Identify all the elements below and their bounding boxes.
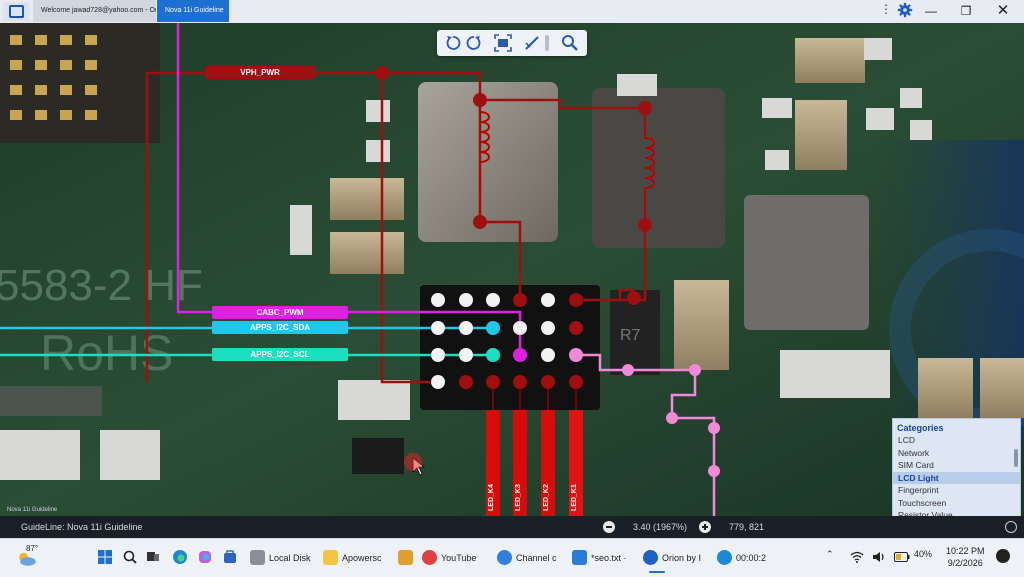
taskbar-app-notepad[interactable]: *seo.txt ·	[572, 543, 638, 573]
drive-icon	[250, 550, 265, 565]
taskbar-app-recorder[interactable]: 00:00:2	[717, 543, 787, 573]
volume-icon[interactable]	[872, 551, 886, 563]
minimize-button[interactable]: —	[914, 0, 948, 22]
taskbar-app-local-disk[interactable]: Local Disk	[250, 543, 318, 573]
taskbar-app-label: Apowersc	[342, 553, 382, 563]
weather-temperature: 87°	[26, 544, 39, 553]
categories-title: Categories	[897, 423, 944, 433]
view-toolbar	[437, 30, 587, 56]
zoom-in-icon[interactable]	[699, 521, 711, 533]
taskbar-app-label: YouTube	[441, 553, 477, 563]
taskbar-app-label: Local Disk	[269, 553, 311, 563]
led-pin-label-k2: LED_K2	[543, 484, 550, 511]
svg-text:R7: R7	[620, 327, 641, 344]
taskbar-app-label: 00:00:2	[736, 553, 767, 563]
start-icon[interactable]	[97, 549, 113, 565]
led-pin-label-k1: LED_K1	[571, 484, 578, 511]
chrome-icon	[422, 550, 437, 565]
cursor-coordinates: 779, 821	[729, 522, 765, 532]
edge-icon[interactable]	[172, 549, 188, 565]
gear-icon[interactable]	[896, 0, 914, 20]
taskbar-app-youtube[interactable]: YouTube	[422, 543, 492, 573]
taskbar-app-apowersoft[interactable]: Apowersc	[323, 543, 393, 573]
zoom-level: 3.40 (1967%)	[633, 522, 688, 532]
taskbar-app-media[interactable]	[398, 543, 418, 573]
maximize-button[interactable]: ❐	[949, 0, 983, 22]
led-pin-label-k3: LED_K3	[515, 484, 522, 511]
status-bar: GuideLine: Nova 11i Guideline 3.40 (1967…	[0, 516, 1024, 538]
clock-date: 9/2/2026	[947, 558, 983, 568]
rotate-right-icon[interactable]	[464, 33, 484, 53]
guideline-label: GuideLine: Nova 11i Guideline	[21, 522, 143, 532]
silkscreen-rohs: RoHS	[40, 325, 173, 381]
clock[interactable]: 10:22 PM 9/2/2026	[946, 545, 985, 569]
chrome-icon	[497, 550, 512, 565]
app-menu-button[interactable]: ⌄	[3, 2, 29, 21]
measure-icon[interactable]	[523, 33, 543, 53]
toolbar-divider	[545, 35, 549, 51]
wifi-icon[interactable]	[850, 551, 864, 563]
rotate-left-icon[interactable]	[443, 33, 463, 53]
media-icon	[398, 550, 413, 565]
category-item-lcd[interactable]: LCD	[893, 434, 1020, 447]
tray-chevron-up-icon[interactable]: ⌃	[826, 549, 834, 560]
category-item-sim-card[interactable]: SIM Card	[893, 459, 1020, 472]
store-icon[interactable]	[222, 549, 238, 565]
orion-icon	[643, 550, 658, 565]
taskbar-app-orion[interactable]: Orion by I	[643, 543, 713, 573]
tab-welcome[interactable]: Welcome jawad728@yahoo.com - Orion	[33, 0, 156, 22]
net-label-vph-pwr[interactable]: VPH_PWR	[205, 66, 315, 79]
category-item-network[interactable]: Network	[893, 447, 1020, 460]
categories-scrollbar[interactable]	[1014, 449, 1018, 467]
net-label-apps-i2c-scl[interactable]: APPS_I2C_SCL	[212, 348, 348, 361]
clock-time: 10:22 PM	[946, 546, 985, 556]
taskbar-app-label: Orion by I	[662, 553, 702, 563]
notification-icon[interactable]	[996, 549, 1010, 563]
tab-nova-guideline[interactable]: Nova 11i Guideline	[157, 0, 229, 22]
net-label-apps-i2c-sda[interactable]: APPS_I2C_SDA	[212, 321, 348, 334]
battery-icon[interactable]	[894, 552, 910, 562]
title-bar: ⌄ Welcome jawad728@yahoo.com - Orion Nov…	[0, 0, 1024, 23]
battery-percent: 40%	[914, 549, 933, 559]
board-canvas[interactable]: 5583-2 HF RoHS R7 VPH_PWR CABC_PWM APPS_…	[0, 23, 1024, 516]
taskbar-app-channel[interactable]: Channel c	[497, 543, 567, 573]
silkscreen-text: 5583-2 HF	[0, 261, 203, 310]
taskbar: 87° Local Disk Apowersc YouTube Channel …	[0, 538, 1024, 577]
folder-icon	[323, 550, 338, 565]
board-watermark: Nova 11i Guideline	[7, 507, 58, 513]
search-icon[interactable]	[560, 33, 580, 53]
globe-icon[interactable]	[1005, 521, 1017, 533]
close-button[interactable]: ✕	[986, 0, 1020, 22]
categories-panel: Categories LCD Network SIM Card LCD Ligh…	[892, 418, 1021, 518]
zoom-out-icon[interactable]	[603, 521, 615, 533]
taskbar-app-label: Channel c	[516, 553, 557, 563]
task-view-icon[interactable]	[145, 549, 161, 565]
chevron-down-icon: ⌄	[19, 11, 26, 20]
recorder-icon	[717, 550, 732, 565]
led-pin-label-k4: LED_K4	[488, 484, 495, 511]
taskbar-search-icon[interactable]	[122, 549, 138, 565]
net-label-cabc-pwm[interactable]: CABC_PWM	[212, 306, 348, 319]
fit-screen-icon[interactable]	[493, 33, 513, 53]
taskbar-app-label: *seo.txt ·	[591, 553, 627, 563]
copilot-icon[interactable]	[197, 549, 213, 565]
category-item-fingerprint[interactable]: Fingerprint	[893, 484, 1020, 497]
category-item-touchscreen[interactable]: Touchscreen	[893, 497, 1020, 510]
category-item-lcd-light[interactable]: LCD Light	[893, 471, 1020, 484]
pcb-view: 5583-2 HF RoHS R7	[0, 23, 1024, 516]
notepad-icon	[572, 550, 587, 565]
more-options-icon[interactable]: ⋮	[880, 2, 892, 16]
